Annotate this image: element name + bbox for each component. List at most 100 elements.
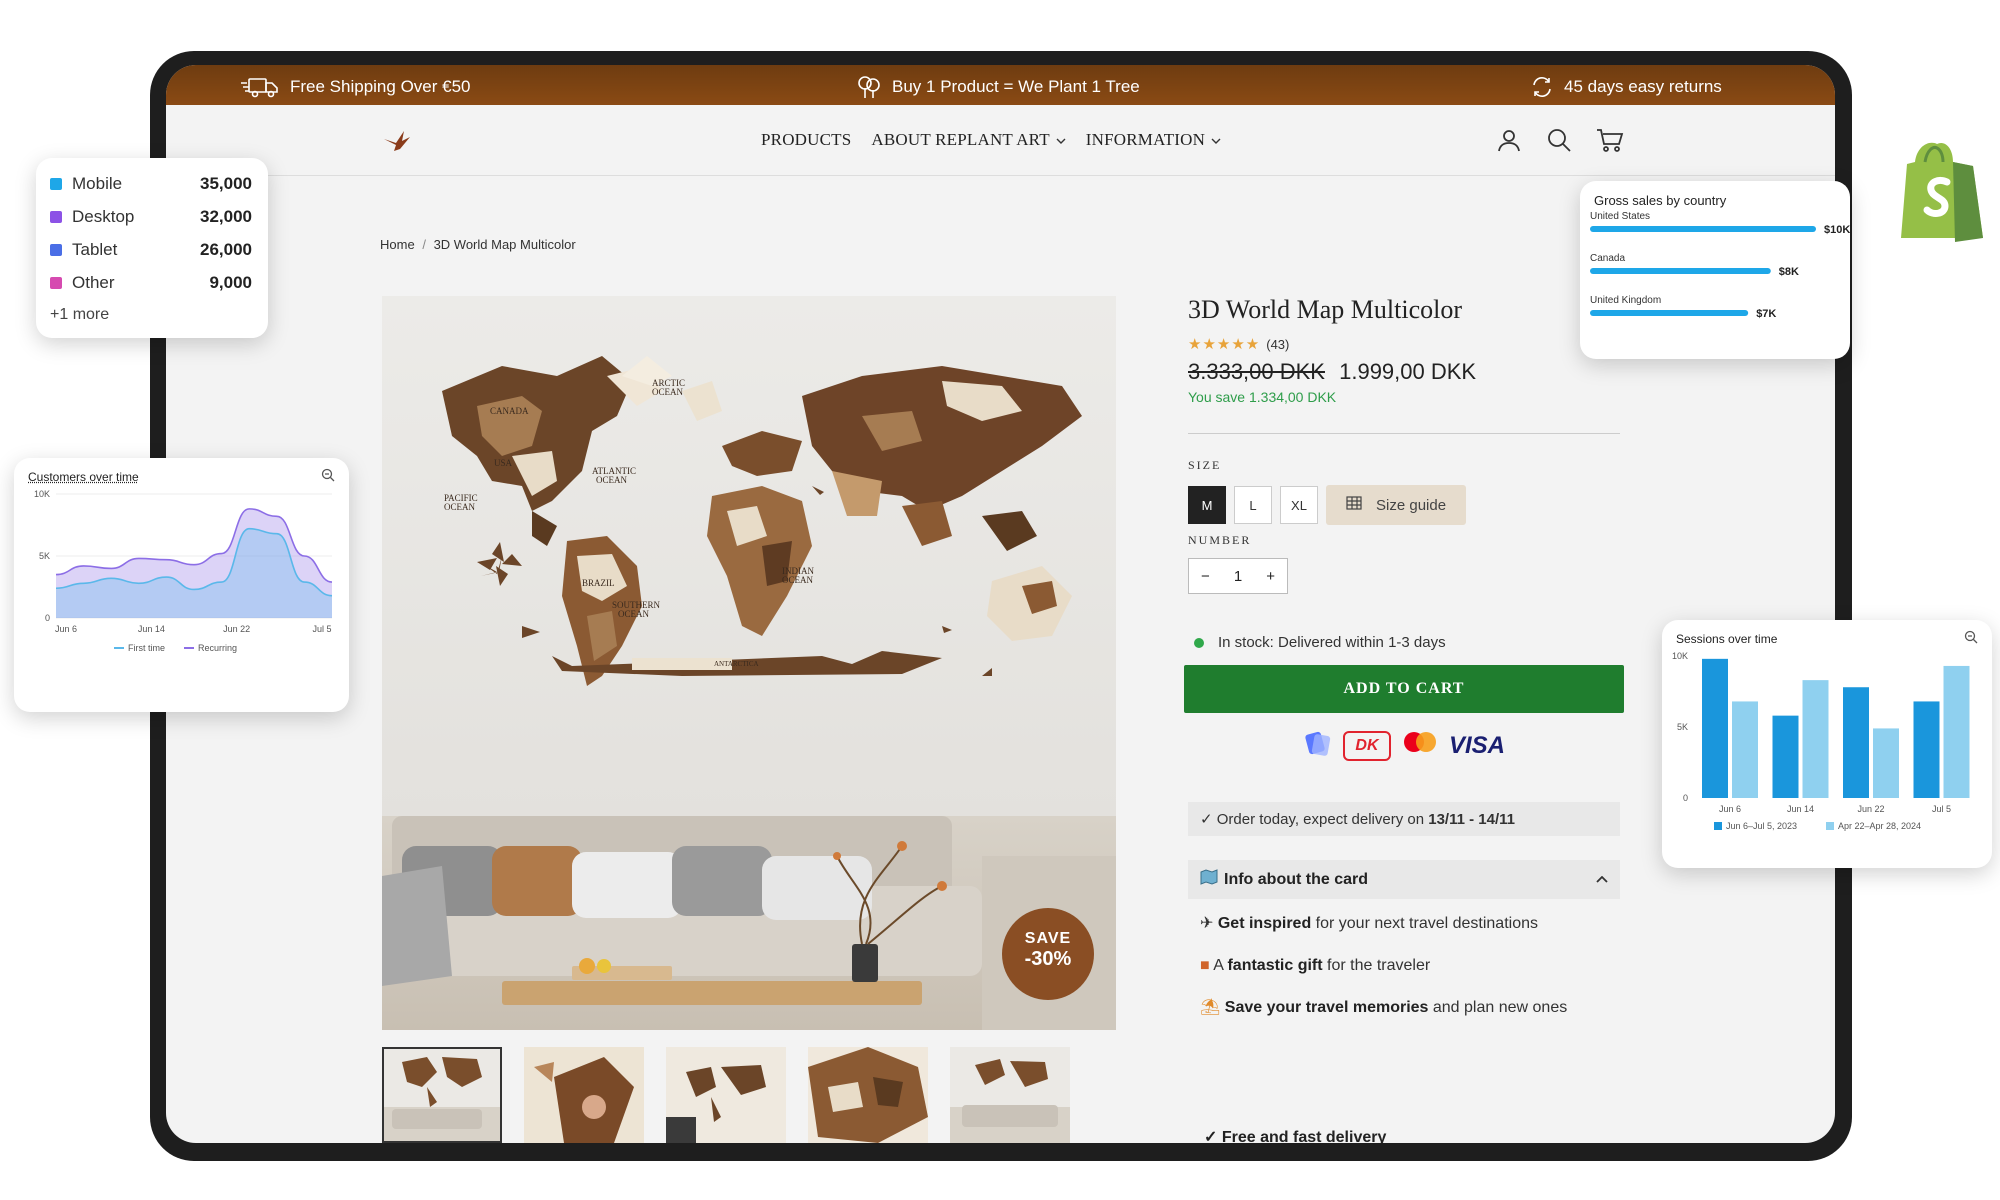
nav-information[interactable]: INFORMATION [1086, 130, 1221, 150]
returns-icon [1530, 75, 1554, 99]
device-row-other: Other 9,000 [50, 273, 252, 293]
x-tick-label: Jun 22 [223, 624, 250, 634]
thumbnail-3[interactable] [666, 1047, 786, 1143]
device-label: Desktop [72, 207, 135, 226]
quantity-stepper: − 1 + [1188, 558, 1288, 594]
nav-icons [1496, 127, 1624, 158]
devices-card: Mobile 35,000 Desktop 32,000 Tablet 26,0… [36, 158, 268, 338]
customers-over-time-card: Customers over time 10K 5K 0 Jun 6 Jun 14 Jun… [14, 458, 349, 712]
more-devices-link[interactable]: +1 more [50, 306, 109, 324]
shopify-logo [1895, 138, 1985, 247]
thumbnail-strip [382, 1047, 1070, 1143]
sessions-chart: 10K 5K 0 Jun 6 Jun 14 Jun 22 Jul 5 Jun 6–Jul 5,… [1672, 651, 1970, 831]
country-label: Canada [1590, 253, 1625, 264]
x-tick-label: Jul 5 [1932, 804, 1951, 814]
divider [1188, 433, 1620, 434]
size-option-m[interactable]: M [1188, 486, 1226, 524]
qty-input[interactable]: 1 [1222, 559, 1255, 593]
world-map-art: CANADAUSA ARCTICOCEAN ATLANTICOCEAN PACI… [442, 356, 1082, 766]
mobilepay-icon [1303, 729, 1333, 762]
device-label: Tablet [72, 240, 118, 259]
discount-badge: SAVE -30% [1002, 908, 1094, 1000]
legend-label: Apr 22–Apr 28, 2024 [1838, 821, 1921, 831]
svg-text:OCEAN: OCEAN [444, 502, 475, 512]
size-guide-button[interactable]: Size guide [1326, 485, 1467, 525]
device-label: Mobile [72, 174, 123, 193]
size-option-l[interactable]: L [1234, 486, 1272, 524]
nav-about[interactable]: ABOUT REPLANT ART [871, 130, 1066, 150]
device-row-desktop: Desktop 32,000 [50, 207, 252, 227]
size-selector: M L XL Size guide [1188, 485, 1620, 525]
qty-plus-button[interactable]: + [1254, 559, 1287, 593]
breadcrumb-home[interactable]: Home [380, 237, 415, 252]
customers-chart: 10K 5K 0 Jun 6 Jun 14 Jun 22 Jul 5 First time Re… [34, 489, 333, 653]
table-icon [1346, 496, 1362, 514]
cart-icon[interactable] [1596, 127, 1624, 158]
bar-canada [1590, 268, 1771, 274]
bar-jun-14-series-1 [1772, 715, 1799, 798]
size-option-xl[interactable]: XL [1280, 486, 1318, 524]
x-tick-label: Jun 14 [1787, 804, 1814, 814]
thumbnail-2[interactable] [524, 1047, 644, 1143]
svg-text:BRAZIL: BRAZIL [582, 578, 615, 588]
promo-shipping: Free Shipping Over €50 [240, 75, 471, 99]
x-tick-label: Jun 22 [1857, 804, 1884, 814]
stock-status: In stock: Delivered within 1-3 days [1188, 634, 1620, 651]
truck-icon [240, 75, 280, 99]
feature-2-prefix: A [1213, 957, 1228, 974]
visa-logo: VISA [1448, 731, 1505, 759]
qty-minus-button[interactable]: − [1189, 559, 1222, 593]
breadcrumb: Home / 3D World Map Multicolor [380, 237, 580, 252]
payment-logos: DK VISA [1188, 729, 1620, 762]
promo-shipping-text: Free Shipping Over €50 [290, 77, 471, 96]
y-tick-label: 10K [1672, 651, 1688, 661]
delivery-estimate: ✓ Order today, expect delivery on 13/11 … [1188, 802, 1620, 836]
promo-tree: Buy 1 Product = We Plant 1 Tree [856, 75, 1140, 99]
breadcrumb-current: 3D World Map Multicolor [433, 237, 576, 252]
country-label: United Kingdom [1590, 295, 1661, 306]
svg-text:CANADA: CANADA [490, 406, 529, 416]
store-logo[interactable] [382, 127, 412, 158]
legend-swatch [1826, 822, 1834, 830]
thumbnail-5[interactable] [950, 1047, 1070, 1143]
sofa-scene [382, 816, 1116, 1030]
primary-nav: PRODUCTS ABOUT REPLANT ART INFORMATION [761, 130, 1221, 150]
bar-jul-5-series-1 [1913, 701, 1940, 798]
product-rating[interactable]: ★★★★★ (43) [1188, 335, 1620, 353]
thumbnail-4[interactable] [808, 1047, 928, 1143]
delivery-estimate-text: ✓ Order today, expect delivery on [1200, 811, 1429, 828]
bar-united-states [1590, 226, 1816, 232]
airplane-icon: ✈ [1200, 915, 1214, 932]
free-delivery-note: ✓ Free and fast delivery [1204, 1129, 1387, 1143]
feature-2-text: for the traveler [1322, 957, 1431, 974]
product-main-image[interactable]: CANADA USA ARCTIC OCEAN ATLANTIC OCEAN PACI… [382, 296, 1116, 1030]
nav-products[interactable]: PRODUCTS [761, 130, 851, 150]
price-block: 3.333,00 DKK 1.999,00 DKK [1188, 359, 1620, 385]
legend-swatch [50, 211, 62, 223]
info-accordion-header[interactable]: Info about the card [1188, 860, 1620, 899]
feature-item-1: ✈ Get inspired for your next travel dest… [1188, 913, 1620, 935]
product-info: 3D World Map Multicolor ★★★★★ (43) 3.333… [1184, 295, 1624, 1019]
discount-badge-label: SAVE [1024, 930, 1072, 947]
bar-jun-14-series-2 [1802, 680, 1829, 798]
legend-label: First time [128, 643, 165, 653]
add-to-cart-button[interactable]: ADD TO CART [1184, 665, 1624, 713]
accordion-title: Info about the card [1224, 870, 1368, 888]
legend-label: Recurring [198, 643, 237, 653]
device-value: 9,000 [209, 273, 252, 292]
size-label: SIZE [1188, 458, 1222, 472]
chevron-down-icon [1211, 130, 1221, 150]
you-save-text: You save 1.334,00 DKK [1188, 389, 1337, 405]
svg-text:ANTARCTICA: ANTARCTICA [714, 660, 759, 668]
thumbnail-1[interactable] [382, 1047, 502, 1143]
promo-bar: Free Shipping Over €50 Buy 1 Product = W… [166, 65, 1835, 105]
feature-item-2: ■ A fantastic gift for the traveler [1188, 955, 1620, 977]
y-tick-label: 10K [34, 489, 50, 499]
search-icon[interactable] [1546, 127, 1572, 158]
y-tick-label: 0 [45, 613, 50, 623]
rating-count: (43) [1266, 336, 1290, 352]
account-icon[interactable] [1496, 127, 1522, 158]
feature-1-bold: Get inspired [1217, 915, 1312, 932]
gross-sales-card: Gross sales by country United States $10K… [1580, 181, 1850, 359]
bar-jun-22-series-1 [1843, 687, 1869, 798]
